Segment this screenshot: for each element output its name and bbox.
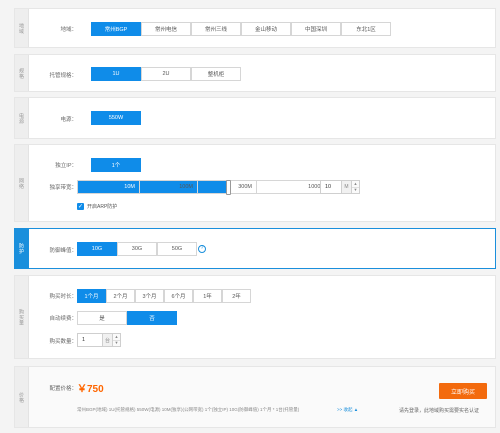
- collapse-link[interactable]: >> 收起 ▲: [337, 407, 358, 413]
- spec-label: 托管规格：: [49, 73, 77, 79]
- purchase-section: 购买量 购买时长： 1个月 2个月 3个月 6个月 1年 2年 自动续费： 是 …: [14, 275, 496, 359]
- auto-renew-label: 自动续费：: [49, 316, 77, 322]
- network-tab: 网络: [15, 145, 29, 221]
- purchase-tab: 购买量: [15, 276, 29, 358]
- power-option-550w[interactable]: 550W: [91, 111, 141, 125]
- auto-renew-yes[interactable]: 是: [77, 311, 127, 325]
- duration-option-2-years[interactable]: 2年: [222, 289, 251, 303]
- region-label: 地域：: [60, 27, 77, 33]
- ip-option-1[interactable]: 1个: [91, 158, 141, 172]
- auto-renew-no[interactable]: 否: [127, 311, 177, 325]
- region-option-jinshan-mobile[interactable]: 金山移动: [241, 22, 291, 36]
- defense-label: 防御峰值：: [49, 248, 77, 254]
- ip-label: 独立IP：: [55, 163, 77, 169]
- bandwidth-tick-10m: 10M: [124, 184, 135, 190]
- spec-option-full-cabinet[interactable]: 整机柜: [191, 67, 241, 81]
- bandwidth-unit: M: [342, 180, 352, 194]
- spec-tab-label: 规格: [18, 67, 24, 79]
- quantity-unit: 台: [103, 333, 113, 347]
- region-tab: 地域: [15, 9, 29, 47]
- defense-section: 防护 防御峰值： 10G 30G 50G ?: [14, 228, 496, 269]
- bandwidth-label: 独享带宽：: [49, 185, 77, 191]
- power-tab: 电源: [15, 98, 29, 138]
- power-section: 电源 电源： 550W: [14, 97, 496, 139]
- defense-option-10g[interactable]: 10G: [77, 242, 117, 256]
- defense-option-50g[interactable]: 50G: [157, 242, 197, 256]
- bandwidth-stepper[interactable]: ▲ ▼: [352, 180, 360, 194]
- network-tab-label: 网络: [18, 177, 24, 189]
- duration-option-1-year[interactable]: 1年: [193, 289, 222, 303]
- spec-option-1u[interactable]: 1U: [91, 67, 141, 81]
- bandwidth-input[interactable]: 10: [320, 180, 342, 194]
- purchase-tab-label: 购买量: [18, 308, 24, 326]
- quantity-input[interactable]: 1: [77, 333, 103, 347]
- spec-section: 规格 托管规格： 1U 2U 整机柜: [14, 54, 496, 92]
- duration-option-3-months[interactable]: 3个月: [135, 289, 164, 303]
- arp-checkbox[interactable]: ✓: [77, 203, 84, 210]
- quantity-label: 购买数量：: [49, 339, 77, 345]
- quantity-stepper[interactable]: ▲ ▼: [113, 333, 121, 347]
- price-tab-label: 价格: [18, 391, 24, 403]
- spec-option-2u[interactable]: 2U: [141, 67, 191, 81]
- price-section: 价格 配置价格： ￥750 常州BGP(地域) 1U(托管规格) 550W(电源…: [14, 366, 496, 428]
- region-option-changzhou-3line[interactable]: 常州三线: [191, 22, 241, 36]
- bandwidth-decrement-icon[interactable]: ▼: [352, 186, 359, 194]
- arp-label: 开启ARP防护: [87, 204, 118, 210]
- defense-tab-label: 防护: [18, 243, 24, 254]
- duration-option-2-months[interactable]: 2个月: [106, 289, 135, 303]
- price-value: ￥750: [77, 384, 104, 395]
- region-option-shenzhen[interactable]: 中国深圳: [291, 22, 341, 36]
- duration-option-1-month[interactable]: 1个月: [77, 289, 106, 303]
- network-section: 网络 独立IP： 1个 独享带宽： 10M 100M 300M 1000M 10…: [14, 144, 496, 222]
- region-option-changzhou-telecom[interactable]: 常州电信: [141, 22, 191, 36]
- spec-tab: 规格: [15, 55, 29, 91]
- config-summary: 常州BGP(地域) 1U(托管规格) 550W(电源) 10M(独享)(公网带宽…: [77, 407, 300, 412]
- bandwidth-slider-handle[interactable]: [226, 180, 231, 195]
- help-icon[interactable]: ?: [198, 245, 206, 253]
- quantity-decrement-icon[interactable]: ▼: [113, 339, 120, 347]
- duration-option-6-months[interactable]: 6个月: [164, 289, 193, 303]
- power-label: 电源：: [60, 117, 77, 123]
- bandwidth-tick-100m: 100M: [139, 181, 197, 193]
- region-option-northeast[interactable]: 东北1区: [341, 22, 391, 36]
- region-option-changzhou-bgp[interactable]: 常州BGP: [91, 22, 141, 36]
- region-section: 地域 地域： 常州BGP 常州电信 常州三线 金山移动 中国深圳 东北1区: [14, 8, 496, 48]
- price-label: 配置价格：: [49, 386, 77, 392]
- defense-tab: 防护: [15, 229, 29, 268]
- bandwidth-slider[interactable]: 10M 100M 300M 1000M: [77, 180, 329, 195]
- price-tab: 价格: [15, 367, 29, 427]
- duration-label: 购买时长：: [49, 294, 77, 300]
- defense-option-30g[interactable]: 30G: [117, 242, 157, 256]
- login-note: 请先登录，此地域购买需要实名认证: [399, 408, 480, 414]
- buy-now-button[interactable]: 立即购买: [439, 383, 487, 399]
- region-tab-label: 地域: [18, 22, 24, 34]
- bandwidth-tick-1000m: 1000M: [256, 181, 329, 193]
- power-tab-label: 电源: [18, 112, 24, 124]
